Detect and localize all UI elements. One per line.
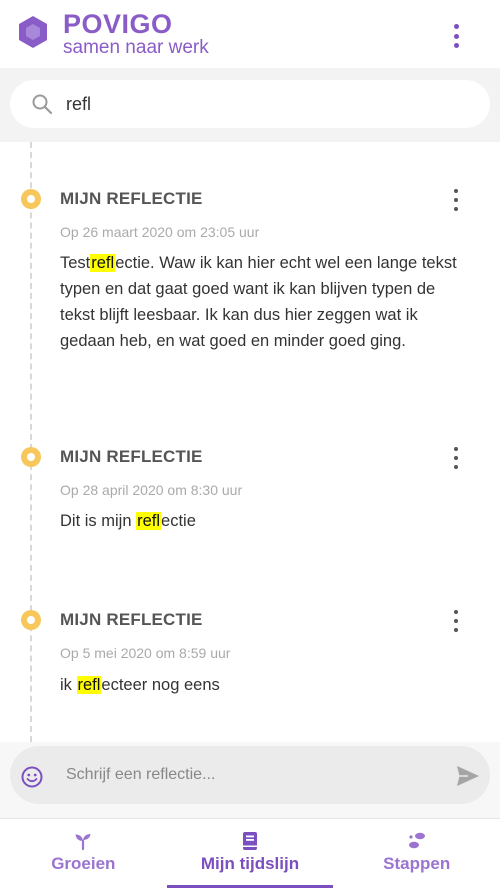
more-vertical-icon[interactable]: [448, 447, 464, 469]
search-input[interactable]: [66, 88, 466, 120]
search-highlight: refl: [76, 676, 102, 694]
nav-label: Stappen: [383, 854, 451, 873]
more-vertical-icon[interactable]: [446, 24, 466, 48]
timeline-dot-icon: [21, 447, 41, 467]
entry-date: Op 5 mei 2020 om 8:59 uur: [60, 645, 231, 661]
entry-text: Testreflectie. Waw ik kan hier echt wel …: [60, 254, 457, 350]
timeline-dot-icon: [21, 189, 41, 209]
brand-subtitle: samen naar werk: [63, 37, 209, 58]
more-vertical-icon[interactable]: [448, 189, 464, 211]
brand-title: POVIGO: [63, 9, 173, 39]
entry-text: ik reflecteer nog eens: [60, 676, 220, 694]
composer-bar: [0, 742, 500, 818]
nav-label: Groeien: [51, 854, 116, 873]
nav-item-mijn-tijdslijn[interactable]: Mijn tijdslijn: [166, 819, 334, 888]
entry-title: MIJN REFLECTIE: [60, 447, 203, 466]
search-bar: [0, 68, 500, 142]
timeline: MIJN REFLECTIE Op 26 maart 2020 om 23:05…: [0, 142, 500, 742]
footsteps-icon: [408, 832, 425, 849]
sprout-icon: [75, 834, 91, 851]
composer: [10, 746, 490, 804]
entry-title: MIJN REFLECTIE: [60, 189, 203, 208]
nav-item-groeien[interactable]: Groeien: [0, 819, 167, 888]
search-box[interactable]: [10, 80, 490, 128]
app-header: POVIGO samen naar werk: [0, 0, 500, 68]
timeline-line: [30, 142, 32, 742]
nav-label: Mijn tijdslijn: [200, 854, 300, 873]
nav-item-stappen[interactable]: Stappen: [333, 819, 500, 888]
entry-title: MIJN REFLECTIE: [60, 610, 203, 629]
reflection-input[interactable]: [66, 760, 436, 790]
more-vertical-icon[interactable]: [448, 610, 464, 632]
entry-date: Op 28 april 2020 om 8:30 uur: [60, 482, 243, 498]
brand: POVIGO samen naar werk: [63, 10, 209, 58]
emoji-icon[interactable]: [21, 766, 43, 788]
bottom-navigation: Groeien Mijn tijdslijn Stappen: [0, 818, 500, 888]
search-icon: [32, 94, 53, 115]
entry-text: Dit is mijn reflectie: [60, 512, 196, 530]
search-highlight: refl: [136, 512, 162, 530]
send-icon[interactable]: [456, 765, 480, 787]
entry-date: Op 26 maart 2020 om 23:05 uur: [60, 224, 260, 240]
book-icon: [243, 832, 257, 850]
search-highlight: refl: [90, 254, 116, 272]
timeline-dot-icon: [21, 610, 41, 630]
povigo-logo-icon: [19, 16, 47, 48]
